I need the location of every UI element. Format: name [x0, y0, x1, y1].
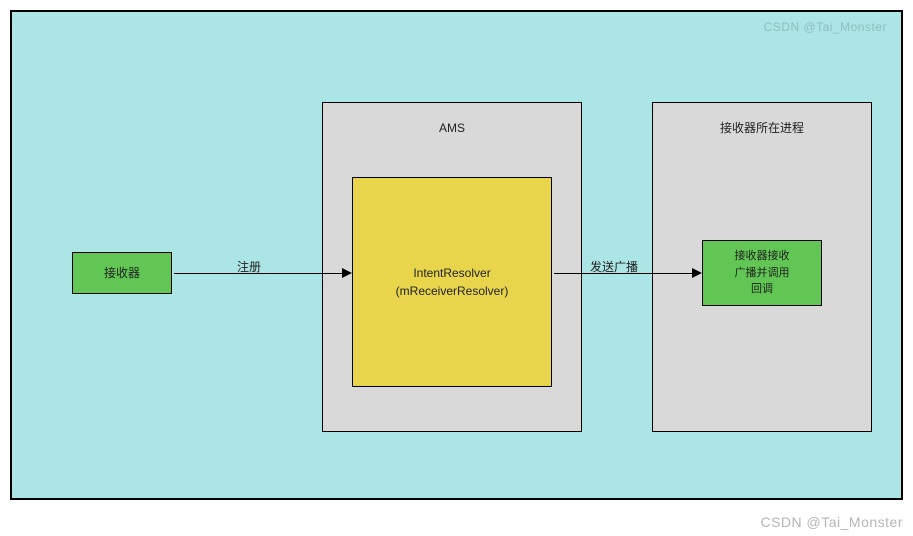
node-callback: 接收器接收 广播并调用 回调 — [702, 240, 822, 306]
node-resolver-line1: IntentResolver — [413, 264, 490, 282]
edge-send-label: 发送广播 — [590, 258, 638, 275]
node-intent-resolver: IntentResolver (mReceiverResolver) — [352, 177, 552, 387]
node-receiver: 接收器 — [72, 252, 172, 294]
node-callback-line1: 接收器接收 — [735, 248, 790, 265]
watermark-top: CSDN @Tai_Monster — [764, 20, 887, 34]
node-callback-line3: 回调 — [751, 281, 773, 298]
node-process-title: 接收器所在进程 — [720, 119, 804, 137]
node-callback-line2: 广播并调用 — [735, 265, 790, 282]
edge-register-arrowhead-icon — [342, 268, 352, 278]
edge-register-label: 注册 — [237, 258, 261, 275]
node-ams-title: AMS — [439, 119, 465, 137]
watermark-bottom: CSDN @Tai_Monster — [760, 514, 903, 530]
edge-send-arrowhead-icon — [692, 268, 702, 278]
node-receiver-label: 接收器 — [104, 264, 140, 282]
diagram-canvas: CSDN @Tai_Monster 接收器 AMS IntentResolver… — [10, 10, 903, 500]
node-resolver-line2: (mReceiverResolver) — [396, 282, 509, 300]
